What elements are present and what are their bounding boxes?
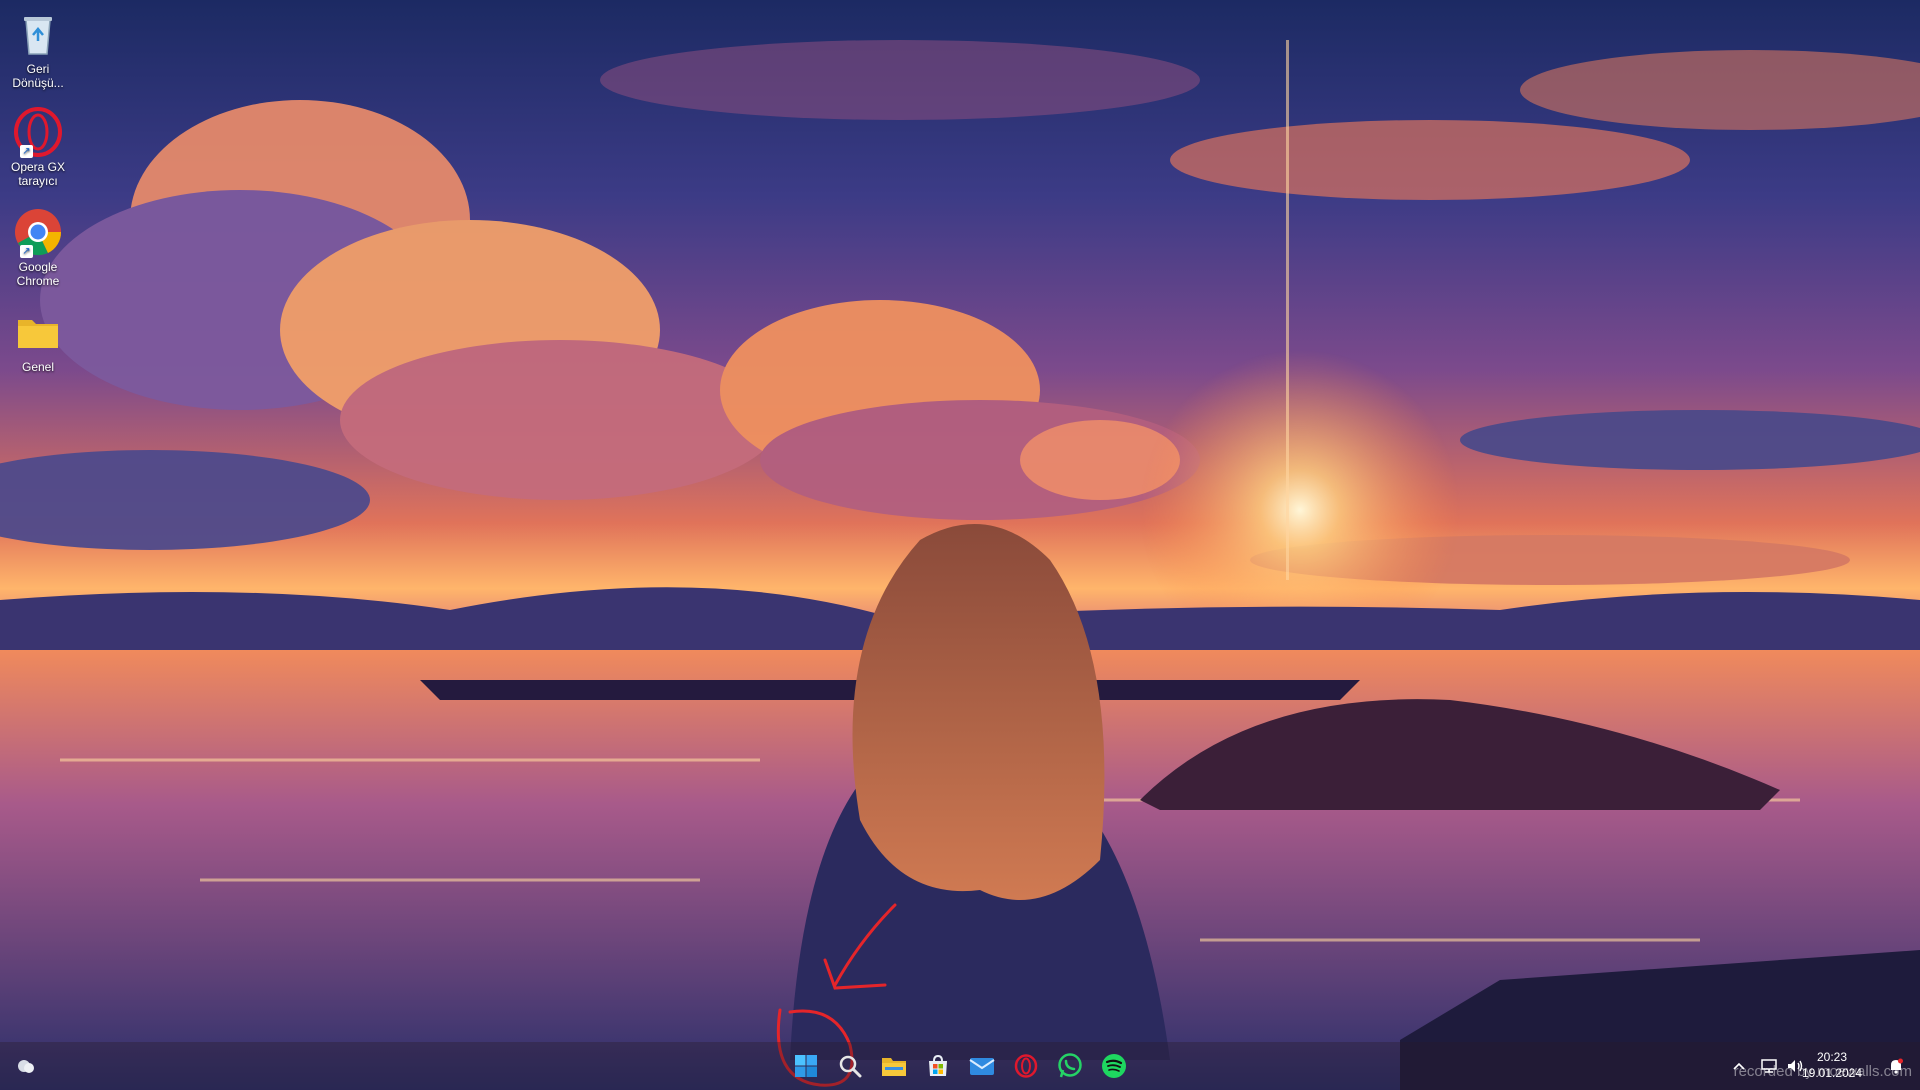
spotify-button[interactable]	[1094, 1046, 1134, 1086]
taskbar: 20:23 19.01.2024	[0, 1042, 1920, 1090]
weather-widget-icon[interactable]	[6, 1046, 46, 1086]
whatsapp-icon	[1058, 1053, 1082, 1078]
file-explorer-icon	[882, 1058, 906, 1076]
microsoft-store-button[interactable]	[918, 1046, 958, 1086]
desktop-icon-genel-folder[interactable]: Genel	[4, 306, 72, 374]
desktop-icon-label: Genel	[21, 360, 55, 374]
opera-gx-icon	[1014, 1054, 1038, 1078]
microsoft-store-icon	[929, 1054, 947, 1076]
opera-gx-icon: ↗	[12, 106, 64, 158]
spotify-icon	[1102, 1054, 1126, 1078]
start-button[interactable]	[786, 1046, 826, 1086]
recycle-bin-icon	[12, 8, 64, 60]
desktop-icon-label: Opera GX tarayıcı	[10, 160, 66, 188]
desktop-icon-google-chrome[interactable]: ↗ Google Chrome	[4, 206, 72, 288]
opera-gx-taskbar-button[interactable]	[1006, 1046, 1046, 1086]
desktop-wallpaper	[0, 0, 1920, 1090]
chrome-icon: ↗	[12, 206, 64, 258]
search-button[interactable]	[830, 1046, 870, 1086]
search-icon	[839, 1055, 862, 1078]
desktop-icon-opera-gx[interactable]: ↗ Opera GX tarayıcı	[4, 106, 72, 188]
desktop-icon-label: Google Chrome	[16, 260, 60, 288]
wallpaper-art	[0, 40, 1920, 1090]
mail-icon	[969, 1058, 995, 1075]
desktop-icon-recycle-bin[interactable]: Geri Dönüşü...	[4, 8, 72, 90]
clouds	[0, 40, 1920, 585]
file-explorer-button[interactable]	[874, 1046, 914, 1086]
mail-button[interactable]	[962, 1046, 1002, 1086]
whatsapp-button[interactable]	[1050, 1046, 1090, 1086]
start-icon	[795, 1055, 817, 1077]
desktop-icon-label: Geri Dönüşü...	[12, 62, 64, 90]
shortcut-arrow-icon: ↗	[20, 145, 33, 158]
folder-icon	[12, 306, 64, 358]
shortcut-arrow-icon: ↗	[20, 245, 33, 258]
watermark-text: recorded by moewalls.com	[1733, 1063, 1912, 1080]
